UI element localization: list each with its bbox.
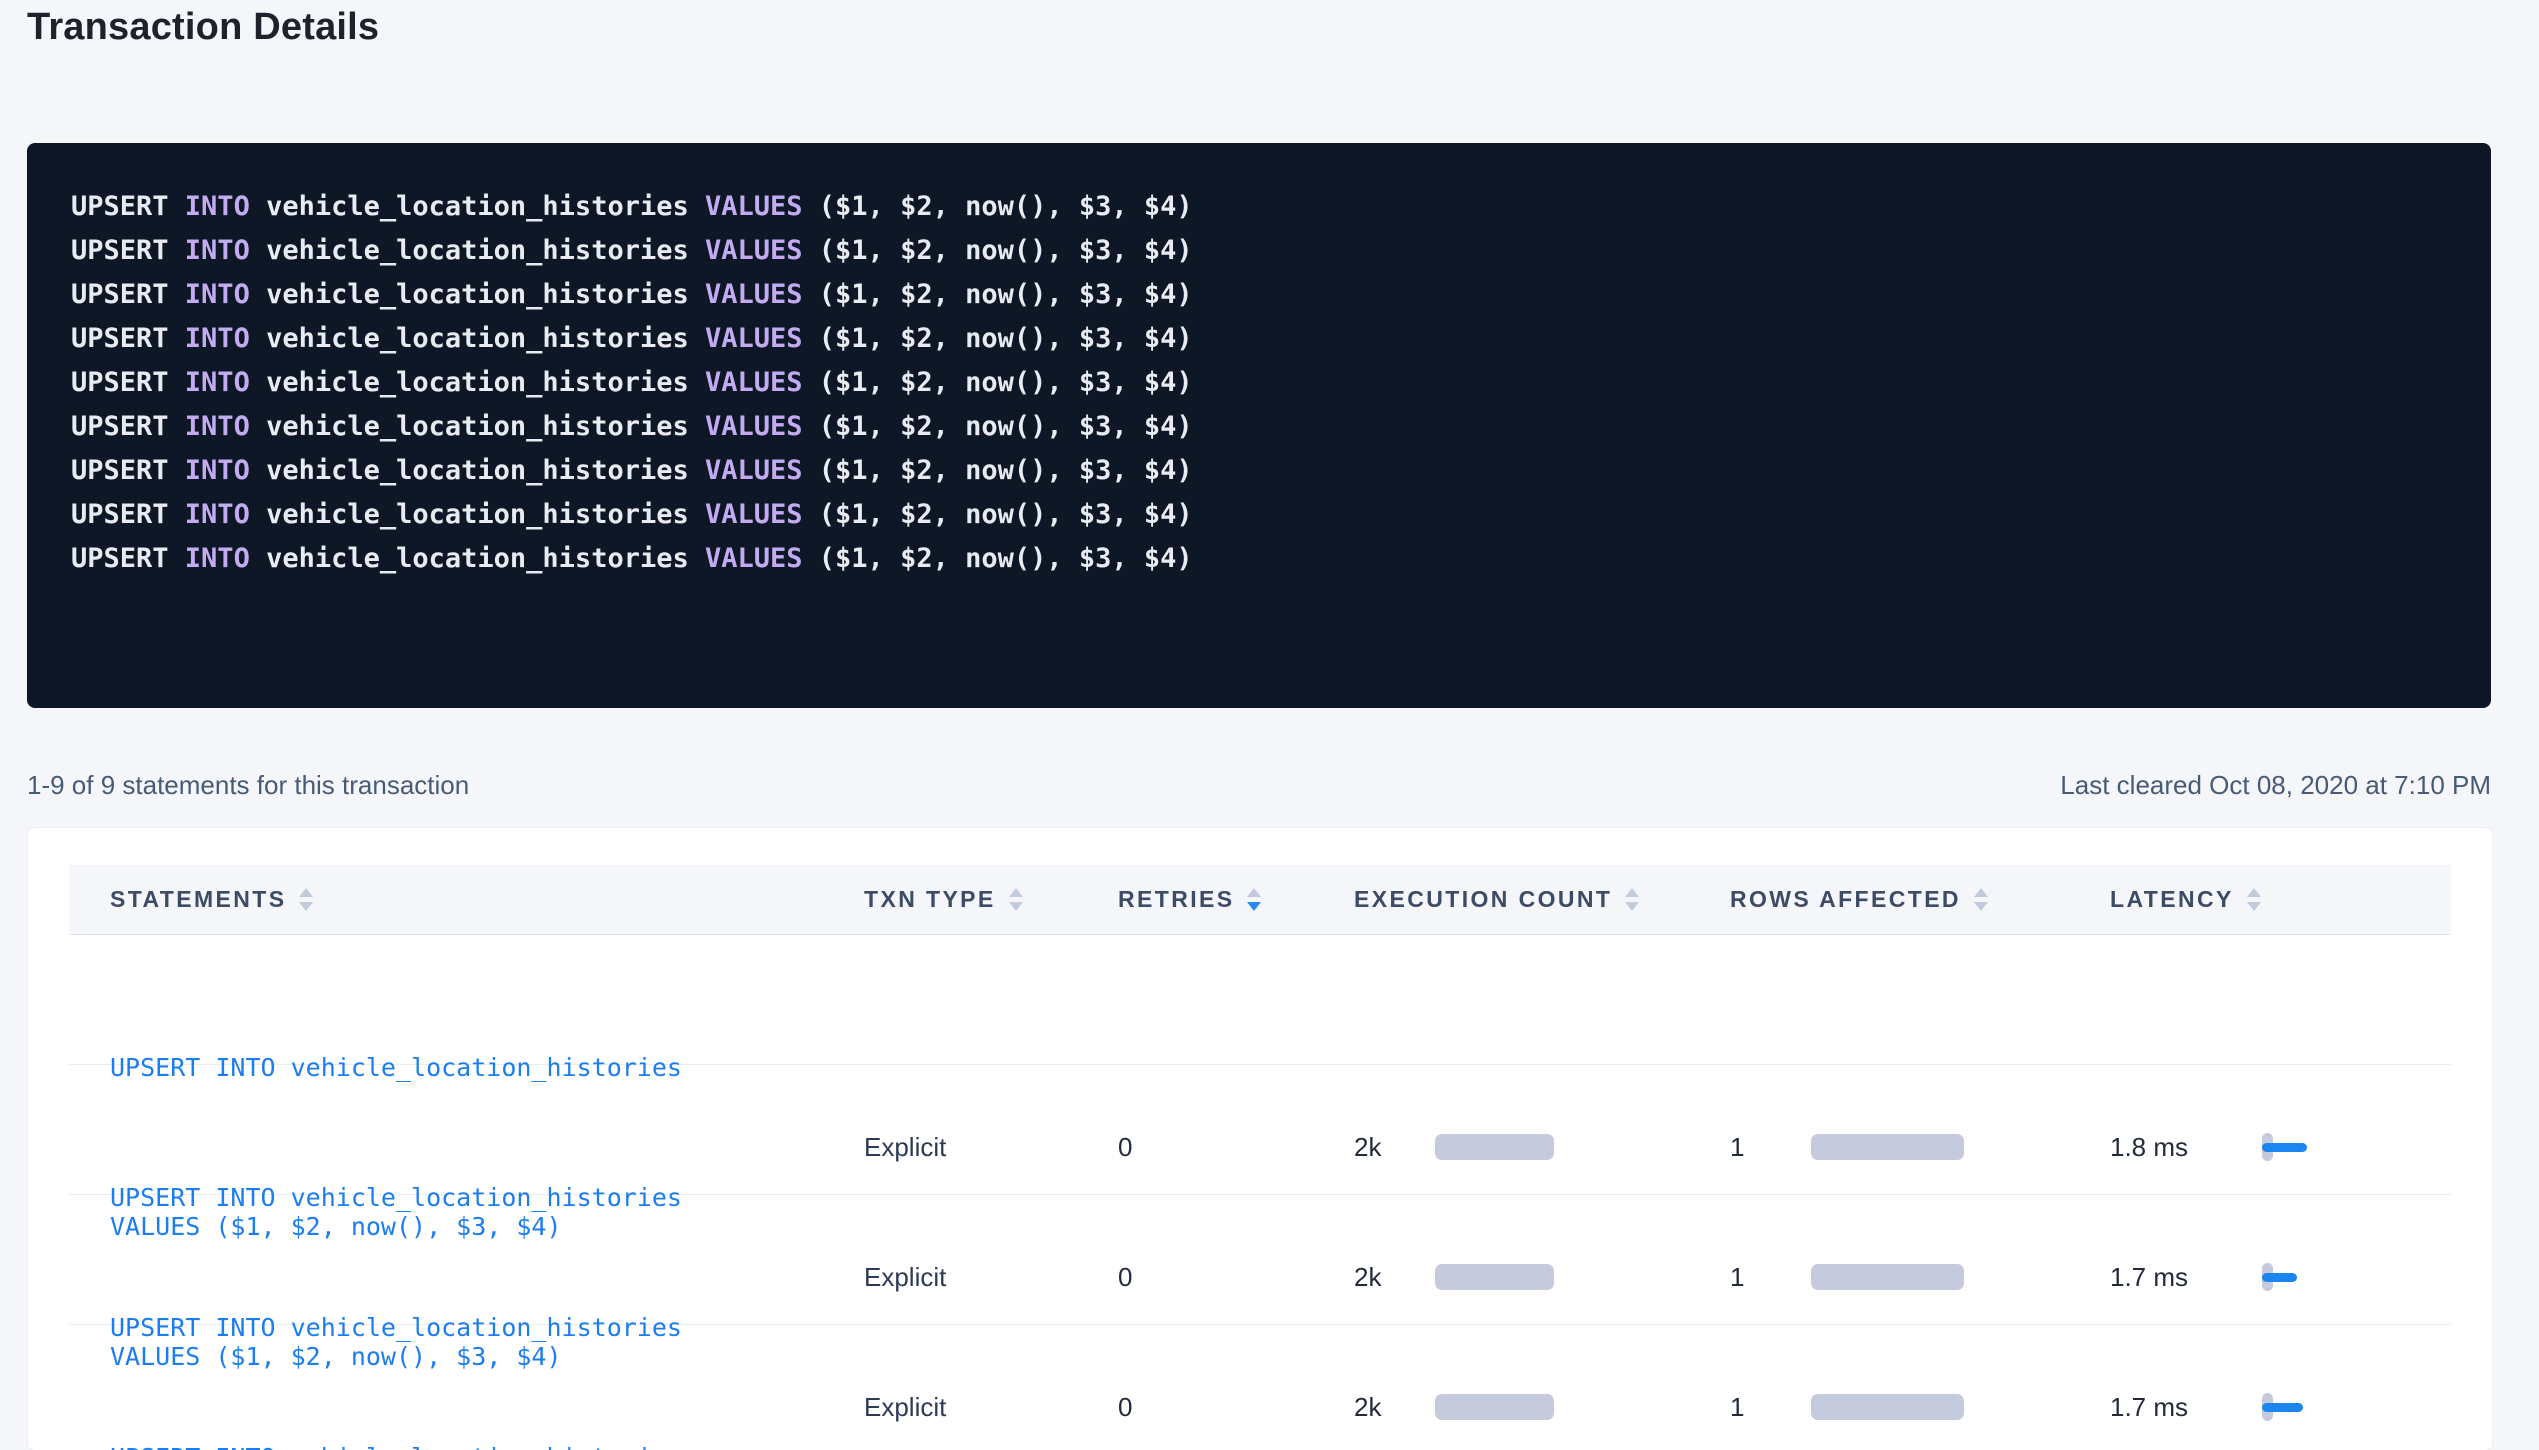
execution-count-cell: 2k (1354, 1392, 1730, 1423)
sql-code-line: UPSERT INTO vehicle_location_histories V… (71, 405, 2471, 449)
column-header-retries[interactable]: RETRIES (1118, 886, 1354, 913)
execution-count-bar (1435, 1394, 1554, 1420)
rows-affected-value: 1 (1730, 1262, 1811, 1293)
column-header-label: ROWS AFFECTED (1730, 886, 1961, 913)
page-title: Transaction Details (27, 6, 379, 49)
table-row: UPSERT INTO vehicle_location_histories V… (69, 935, 2451, 1065)
table-row: UPSERT INTO vehicle_location_histories V… (69, 1195, 2451, 1325)
statement-cell: UPSERT INTO vehicle_location_histories V… (69, 1325, 864, 1450)
latency-bar (2262, 1273, 2297, 1282)
rows-affected-value: 1 (1730, 1132, 1811, 1163)
retries-cell: 0 (1118, 1262, 1354, 1293)
sql-code-line: UPSERT INTO vehicle_location_histories V… (71, 273, 2471, 317)
table-row: UPSERT INTO vehicle_location_histories V… (69, 1325, 2451, 1450)
rows-affected-cell: 1 (1730, 1132, 2110, 1163)
statement-line-1: UPSERT INTO vehicle_location_histories (110, 1431, 864, 1450)
column-header-latency[interactable]: LATENCY (2110, 886, 2451, 913)
transaction-sql-box: UPSERT INTO vehicle_location_histories V… (27, 143, 2491, 708)
sql-code-line: UPSERT INTO vehicle_location_histories V… (71, 317, 2471, 361)
latency-value: 1.7 ms (2110, 1392, 2262, 1423)
execution-count-cell: 2k (1354, 1262, 1730, 1293)
sort-arrows-icon (2247, 888, 2261, 911)
sql-code-line: UPSERT INTO vehicle_location_histories V… (71, 449, 2471, 493)
latency-cell: 1.7 ms (2110, 1392, 2451, 1423)
sort-arrows-icon (1625, 888, 1639, 911)
txn-type-cell: Explicit (864, 1392, 1118, 1423)
statements-table-card: STATEMENTS TXN TYPE RETRIES EXECUTION CO… (28, 828, 2492, 1450)
latency-value: 1.7 ms (2110, 1262, 2262, 1293)
column-header-rows-affected[interactable]: ROWS AFFECTED (1730, 886, 2110, 913)
latency-value: 1.8 ms (2110, 1132, 2262, 1163)
table-header-row: STATEMENTS TXN TYPE RETRIES EXECUTION CO… (69, 865, 2451, 935)
rows-affected-cell: 1 (1730, 1392, 2110, 1423)
txn-type-cell: Explicit (864, 1132, 1118, 1163)
execution-count-bar (1435, 1264, 1554, 1290)
column-header-txn-type[interactable]: TXN TYPE (864, 886, 1118, 913)
column-header-statements[interactable]: STATEMENTS (69, 886, 864, 913)
summary-bar: 1-9 of 9 statements for this transaction… (27, 770, 2491, 801)
statement-link[interactable]: UPSERT INTO vehicle_location_histories V… (110, 1325, 864, 1450)
latency-bar (2262, 1403, 2303, 1412)
sort-arrows-icon (1974, 888, 1988, 911)
execution-count-value: 2k (1354, 1392, 1435, 1423)
retries-cell: 0 (1118, 1392, 1354, 1423)
txn-type-cell: Explicit (864, 1262, 1118, 1293)
latency-bar-chart (2262, 1263, 2342, 1291)
rows-affected-value: 1 (1730, 1392, 1811, 1423)
sql-code-line: UPSERT INTO vehicle_location_histories V… (71, 493, 2471, 537)
latency-bar-chart (2262, 1133, 2342, 1161)
rows-affected-bar (1811, 1394, 1964, 1420)
statements-count-text: 1-9 of 9 statements for this transaction (27, 770, 469, 801)
latency-bar (2262, 1143, 2307, 1152)
retries-cell: 0 (1118, 1132, 1354, 1163)
rows-affected-bar (1811, 1134, 1964, 1160)
column-header-label: LATENCY (2110, 886, 2234, 913)
execution-count-cell: 2k (1354, 1132, 1730, 1163)
column-header-label: STATEMENTS (110, 886, 286, 913)
sql-code-line: UPSERT INTO vehicle_location_histories V… (71, 229, 2471, 273)
sort-arrows-icon (1009, 888, 1023, 911)
rows-affected-cell: 1 (1730, 1262, 2110, 1293)
latency-cell: 1.7 ms (2110, 1262, 2451, 1293)
sort-arrows-icon (1247, 888, 1261, 911)
table-row: UPSERT INTO vehicle_location_histories V… (69, 1065, 2451, 1195)
latency-bar-chart (2262, 1393, 2342, 1421)
sql-code-line: UPSERT INTO vehicle_location_histories V… (71, 361, 2471, 405)
sql-code-line: UPSERT INTO vehicle_location_histories V… (71, 537, 2471, 581)
column-header-label: RETRIES (1118, 886, 1234, 913)
execution-count-value: 2k (1354, 1132, 1435, 1163)
execution-count-value: 2k (1354, 1262, 1435, 1293)
column-header-execution-count[interactable]: EXECUTION COUNT (1354, 886, 1730, 913)
last-cleared-text: Last cleared Oct 08, 2020 at 7:10 PM (2060, 770, 2491, 801)
sort-arrows-icon (299, 888, 313, 911)
column-header-label: TXN TYPE (864, 886, 996, 913)
rows-affected-bar (1811, 1264, 1964, 1290)
column-header-label: EXECUTION COUNT (1354, 886, 1612, 913)
execution-count-bar (1435, 1134, 1554, 1160)
table-body: UPSERT INTO vehicle_location_histories V… (69, 935, 2451, 1450)
latency-cell: 1.8 ms (2110, 1132, 2451, 1163)
statements-table: STATEMENTS TXN TYPE RETRIES EXECUTION CO… (69, 865, 2451, 1450)
sql-code-line: UPSERT INTO vehicle_location_histories V… (71, 185, 2471, 229)
